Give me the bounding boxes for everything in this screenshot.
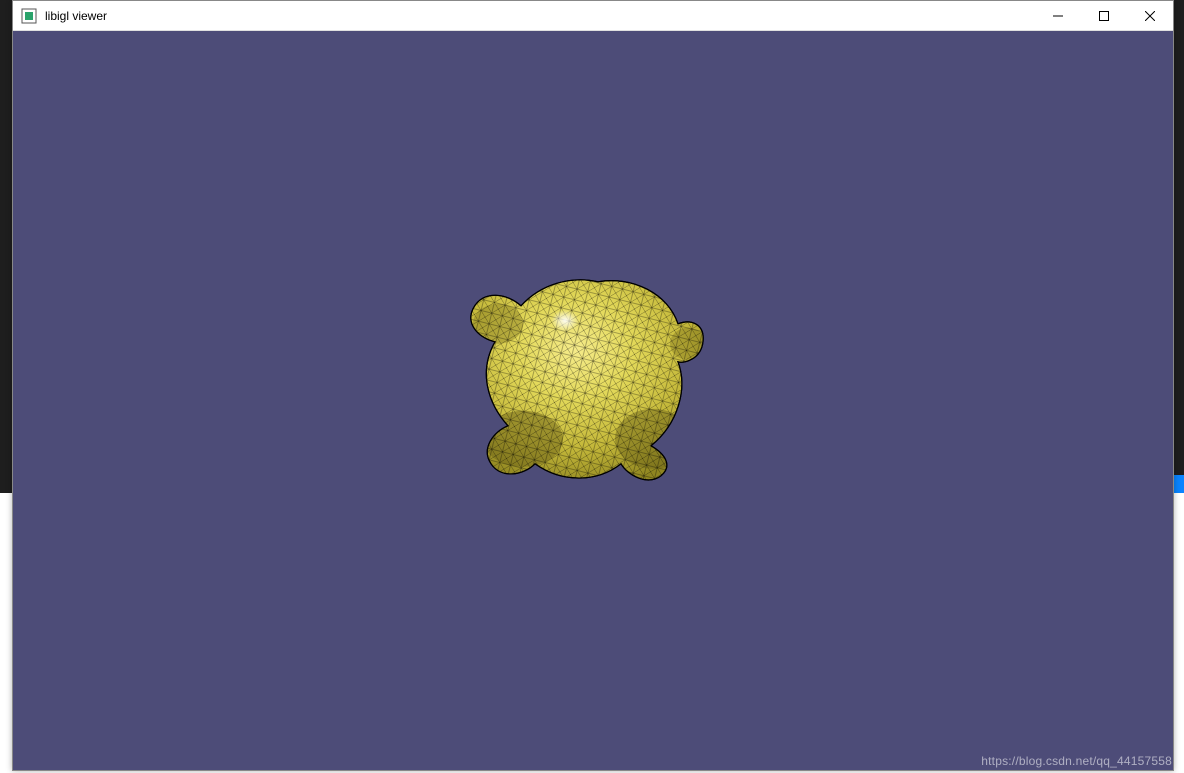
scrollbar-accent (1174, 475, 1184, 493)
app-window: libigl viewer (12, 0, 1174, 771)
mesh-object[interactable] (453, 263, 733, 508)
maximize-button[interactable] (1081, 1, 1127, 30)
window-title: libigl viewer (45, 9, 1035, 23)
close-button[interactable] (1127, 1, 1173, 30)
window-controls (1035, 1, 1173, 30)
3d-viewport[interactable] (13, 31, 1173, 770)
minimize-button[interactable] (1035, 1, 1081, 30)
watermark-text: https://blog.csdn.net/qq_44157558 (981, 754, 1172, 768)
titlebar[interactable]: libigl viewer (13, 1, 1173, 31)
app-icon (21, 8, 37, 24)
